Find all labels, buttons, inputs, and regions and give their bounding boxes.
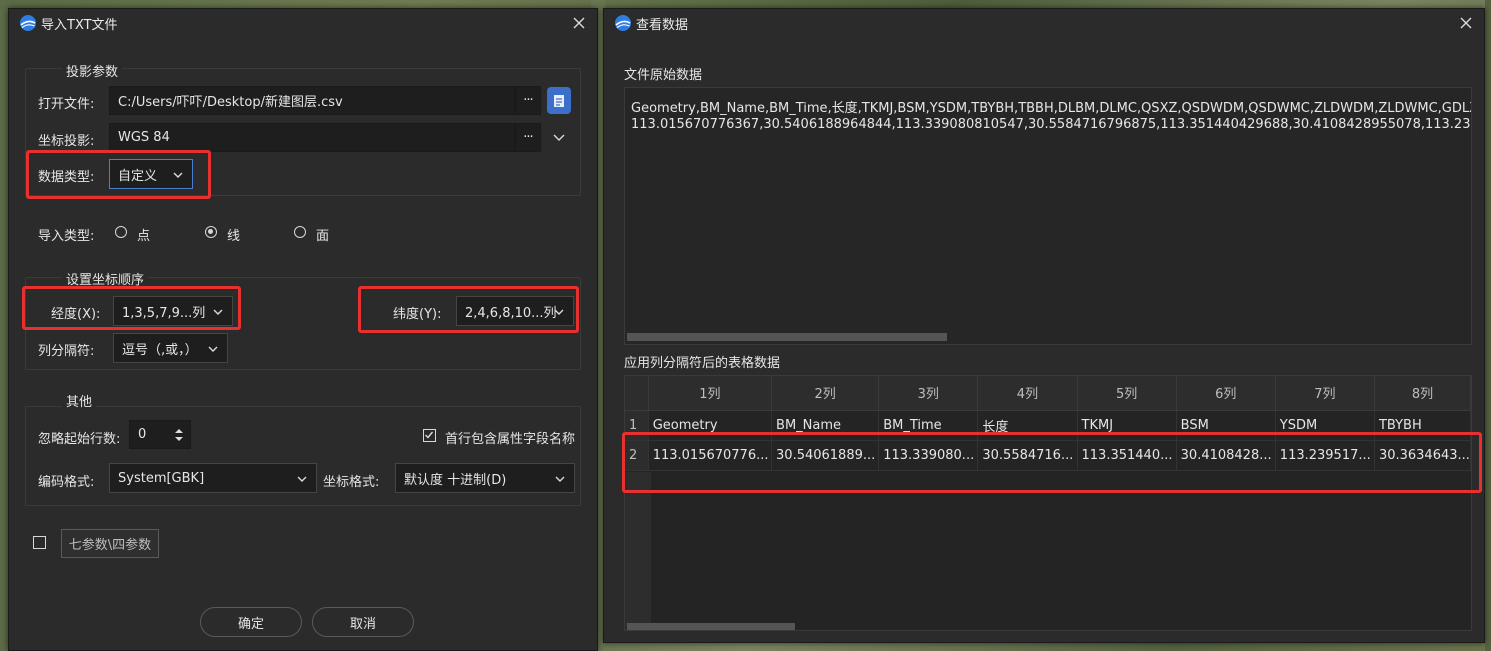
import-dialog-titlebar: 导入TXT文件 xyxy=(9,9,597,37)
app-logo-icon xyxy=(615,15,631,31)
longitude-highlight xyxy=(22,286,241,330)
ok-button[interactable]: 确定 xyxy=(200,607,302,637)
column-header[interactable]: 8列 xyxy=(1374,376,1471,411)
seven-params-button[interactable]: 七参数\四参数 xyxy=(61,529,159,558)
column-separator-select[interactable]: 逗号（,或，） xyxy=(113,333,228,363)
open-file-label: 打开文件: xyxy=(38,97,95,112)
view-data-dialog: 查看数据 文件原始数据 Geometry,BM_Name,BM_Time,长度,… xyxy=(603,8,1485,643)
radio-line-label: 线 xyxy=(227,229,241,244)
cancel-button[interactable]: 取消 xyxy=(312,607,414,637)
import-txt-dialog: 导入TXT文件 投影参数 打开文件: C:/Users/吓吓/Desktop/新… xyxy=(8,8,598,651)
column-separator-value: 逗号（,或，） xyxy=(122,342,198,358)
app-logo-icon xyxy=(20,15,36,31)
chevron-down-icon xyxy=(208,346,218,352)
row-header-column xyxy=(625,472,651,630)
raw-data-line: 113.015670776367,30.5406188964844,113.33… xyxy=(631,117,1472,132)
data-type-highlight xyxy=(26,150,211,199)
table-section-label: 应用列分隔符后的表格数据 xyxy=(624,356,781,371)
close-icon[interactable] xyxy=(1456,13,1476,33)
radio-line[interactable] xyxy=(205,226,217,238)
skip-rows-stepper[interactable]: 0 xyxy=(129,420,191,449)
row-2-highlight xyxy=(622,432,1482,493)
import-dialog-title: 导入TXT文件 xyxy=(41,17,118,33)
coord-projection-browse-button[interactable]: ··· xyxy=(515,123,541,152)
column-separator-label: 列分隔符: xyxy=(38,344,95,359)
close-icon[interactable] xyxy=(569,13,589,33)
table-header-row: 1列 2列 3列 4列 5列 6列 7列 8列 xyxy=(625,376,1471,411)
column-header[interactable]: 2列 xyxy=(771,376,880,411)
header-checkbox-label: 首行包含属性字段名称 xyxy=(445,432,576,447)
raw-data-textarea[interactable]: Geometry,BM_Name,BM_Time,长度,TKMJ,BSM,YSD… xyxy=(624,87,1472,345)
corner-cell xyxy=(625,376,649,411)
column-header[interactable]: 7列 xyxy=(1275,376,1375,411)
open-file-field[interactable]: C:/Users/吓吓/Desktop/新建图层.csv xyxy=(109,86,515,115)
other-group-title: 其他 xyxy=(62,391,97,410)
column-header[interactable]: 5列 xyxy=(1077,376,1177,411)
coord-projection-label: 坐标投影: xyxy=(38,134,95,149)
encoding-label: 编码格式: xyxy=(38,475,95,490)
radio-point-label: 点 xyxy=(137,229,151,244)
coord-format-label: 坐标格式: xyxy=(323,475,380,490)
coord-projection-field[interactable]: WGS 84 xyxy=(109,123,515,152)
table-container: 1列 2列 3列 4列 5列 6列 7列 8列 1 Geometry BM_Na… xyxy=(624,375,1472,631)
column-header[interactable]: 1列 xyxy=(648,376,773,411)
stepper-arrows-icon[interactable] xyxy=(174,427,184,443)
header-checkbox[interactable] xyxy=(423,429,436,442)
chevron-down-icon xyxy=(555,476,565,482)
map-background-left xyxy=(0,0,8,651)
seven-params-checkbox[interactable] xyxy=(33,536,46,549)
latitude-highlight xyxy=(358,286,579,333)
table-scrollbar[interactable] xyxy=(627,623,795,630)
skip-rows-value: 0 xyxy=(138,427,147,442)
column-header[interactable]: 6列 xyxy=(1176,376,1276,411)
raw-data-line: Geometry,BM_Name,BM_Time,长度,TKMJ,BSM,YSD… xyxy=(631,101,1472,116)
coord-format-value: 默认度 十进制(D) xyxy=(404,472,507,488)
file-icon[interactable] xyxy=(547,87,571,114)
radio-point[interactable] xyxy=(115,226,127,238)
column-header[interactable]: 3列 xyxy=(878,376,979,411)
encoding-value: System[GBK] xyxy=(118,470,205,486)
raw-data-section-label: 文件原始数据 xyxy=(624,68,703,83)
import-type-label: 导入类型: xyxy=(38,229,95,244)
view-dialog-titlebar: 查看数据 xyxy=(604,9,1484,37)
radio-polygon[interactable] xyxy=(294,226,306,238)
chevron-down-icon xyxy=(297,476,307,482)
chevron-down-icon[interactable] xyxy=(552,130,566,144)
browse-file-button[interactable]: ··· xyxy=(515,86,541,115)
coord-format-select[interactable]: 默认度 十进制(D) xyxy=(395,463,575,493)
projection-params-title: 投影参数 xyxy=(62,61,123,80)
encoding-select[interactable]: System[GBK] xyxy=(109,463,317,493)
radio-polygon-label: 面 xyxy=(316,229,330,244)
raw-data-scrollbar[interactable] xyxy=(627,333,947,341)
map-background-right xyxy=(1485,0,1491,651)
skip-rows-label: 忽略起始行数: xyxy=(38,432,121,447)
column-header[interactable]: 4列 xyxy=(977,376,1078,411)
view-dialog-title: 查看数据 xyxy=(636,17,689,33)
